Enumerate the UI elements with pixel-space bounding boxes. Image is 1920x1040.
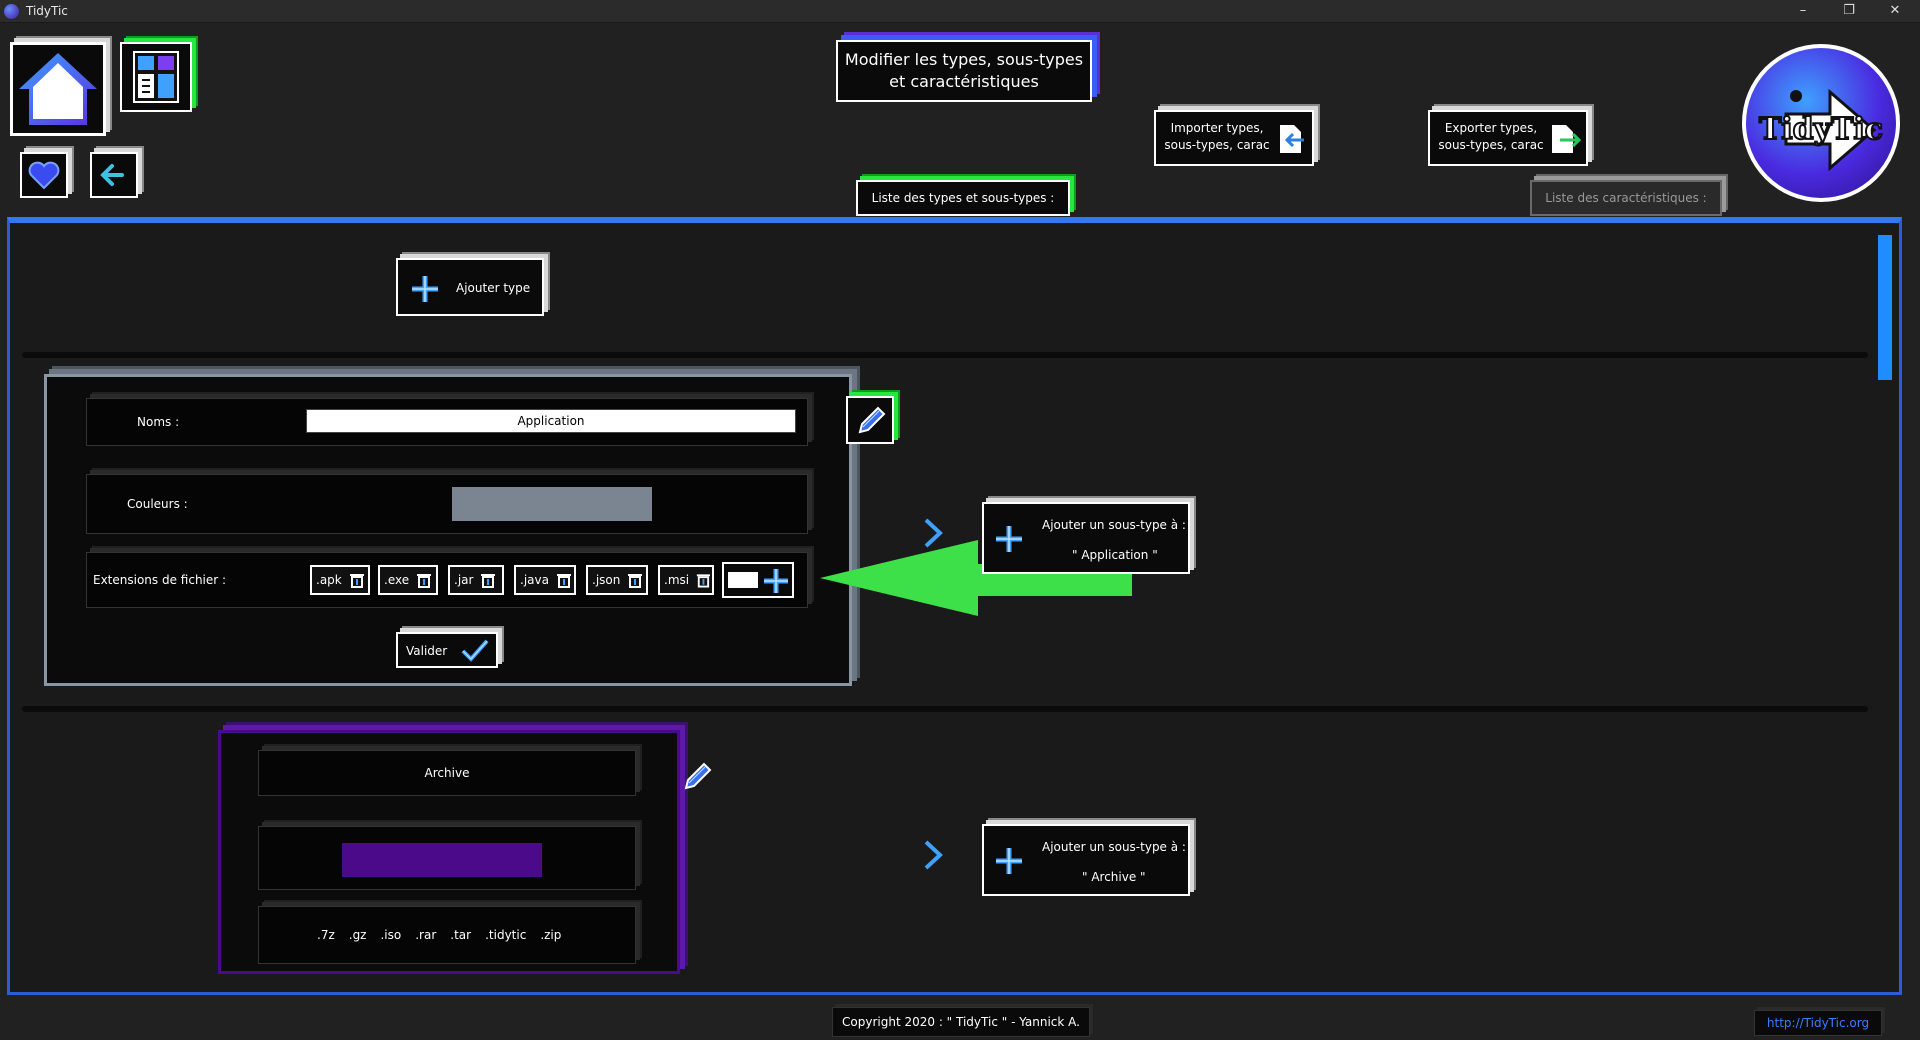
page-title-line2: et caractéristiques [889,72,1039,91]
trash-icon[interactable] [348,571,366,589]
app-icon [4,4,19,19]
scrollbar-thumb[interactable] [1878,235,1892,380]
import-button[interactable]: Importer types, sous-types, carac [1154,110,1314,166]
add-subtype-archive-button[interactable]: Ajouter un sous-type à : " Archive " [982,824,1190,896]
divider-middle [22,706,1868,712]
export-button[interactable]: Exporter types, sous-types, carac [1428,110,1588,166]
ext-chip-label: .java [520,573,549,587]
pencil-icon [858,406,886,434]
logo-text: TidyTic [1758,111,1884,148]
tab-types-subtypes[interactable]: Liste des types et sous-types : [856,180,1070,216]
add-subtype-arch-line1: Ajouter un sous-type à : [1042,840,1186,854]
trash-icon[interactable] [479,571,497,589]
add-type-label: Ajouter type [456,281,531,295]
export-label-line1: Exporter types, [1444,121,1538,135]
copyright: Copyright 2020 : " TidyTic " - Yannick A… [832,1007,1090,1037]
close-button[interactable]: ✕ [1872,0,1918,23]
trash-icon[interactable] [415,571,433,589]
color-label: Couleurs : [127,497,188,511]
minimize-button[interactable]: – [1780,0,1826,23]
edit-archive-pencil-icon[interactable] [680,760,714,794]
add-subtype-app-line1: Ajouter un sous-type à : [1042,518,1186,532]
color-swatch[interactable] [452,487,652,521]
add-subtype-application-button[interactable]: Ajouter un sous-type à : " Application " [982,502,1190,574]
ext-chip: .apk [310,565,370,595]
ext-chip: .java [514,565,576,595]
archive-ext: .tar [450,928,472,942]
archive-color-row [258,826,636,890]
add-extension-plus-icon[interactable] [762,567,790,595]
archive-ext: .zip [540,928,562,942]
plus-icon [412,276,438,302]
ext-chip: .jar [448,565,504,595]
add-type-button[interactable]: Ajouter type [396,258,544,316]
tab-characteristics[interactable]: Liste des caractéristiques : [1530,180,1722,216]
window-title: TidyTic [26,4,68,18]
archive-ext: .rar [415,928,437,942]
trash-icon[interactable] [626,571,644,589]
archive-color-swatch [342,843,542,877]
archive-name: Archive [258,750,636,796]
name-label: Noms : [137,415,180,429]
ext-chip: .exe [378,565,438,595]
trash-icon[interactable] [555,571,573,589]
name-row: Noms : Application [86,398,808,446]
export-icon [1552,125,1582,153]
export-label-line2: sous-types, carac [1438,138,1544,152]
archive-extensions-row: .7z .gz .iso .rar .tar .tidytic .zip [258,906,636,964]
media-types-button[interactable] [120,42,192,112]
page-title: Modifier les types, sous-types et caract… [836,40,1092,102]
import-icon [1280,125,1304,153]
import-label-line1: Importer types, [1170,121,1264,135]
plus-icon [996,526,1022,552]
divider-top [22,352,1868,358]
chevron-right-icon [924,840,943,870]
home-button[interactable] [10,42,106,136]
edit-type-button[interactable] [846,396,894,444]
arrow-left-icon [100,164,124,186]
extensions-label: Extensions de fichier : [93,573,227,587]
ext-chip-label: .msi [664,573,690,587]
plus-icon [996,848,1022,874]
home-icon [19,53,97,125]
add-subtype-app-line2: " Application " [1072,548,1158,562]
ext-chip: .json [586,565,648,595]
chevron-right-icon [924,518,943,548]
website-link[interactable]: http://TidyTic.org [1754,1010,1882,1036]
add-extension-box [722,562,794,598]
ext-chip-label: .exe [384,573,410,587]
ext-chip-label: .json [592,573,621,587]
color-row: Couleurs : [86,474,808,534]
page-title-line1: Modifier les types, sous-types [844,50,1084,69]
import-label-line2: sous-types, carac [1164,138,1270,152]
archive-ext: .tidytic [485,928,527,942]
validate-label: Valider [406,644,448,658]
media-icon [133,51,179,103]
back-button[interactable] [90,152,138,198]
archive-ext: .7z [317,928,335,942]
ext-chip-label: .jar [454,573,474,587]
favorites-button[interactable] [20,152,68,198]
archive-ext: .gz [348,928,367,942]
tidytic-logo: TidyTic [1742,44,1900,202]
archive-ext: .iso [380,928,402,942]
name-input[interactable]: Application [306,409,796,433]
add-subtype-arch-line2: " Archive " [1082,870,1146,884]
maximize-button[interactable]: ❐ [1826,0,1872,23]
trash-icon[interactable] [695,571,712,589]
heart-icon [28,161,60,190]
checkmark-icon [461,639,489,662]
title-bar: TidyTic – ❐ ✕ [0,0,1920,23]
ext-chip: .msi [658,565,714,595]
validate-button[interactable]: Valider [396,632,498,668]
ext-chip-label: .apk [316,573,342,587]
new-extension-input[interactable] [728,572,758,588]
